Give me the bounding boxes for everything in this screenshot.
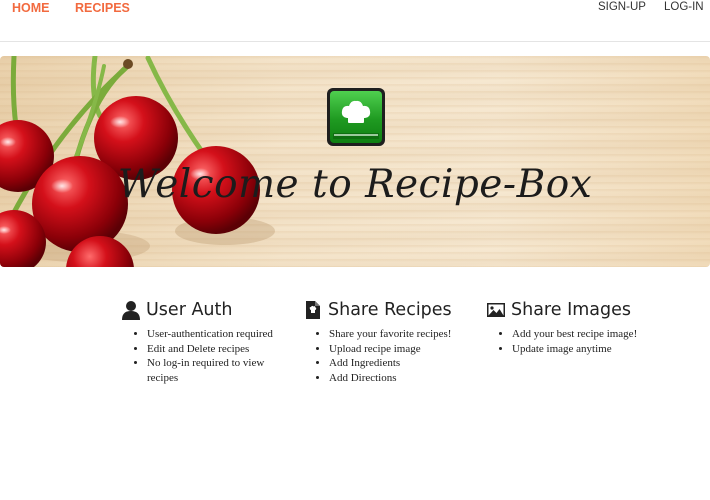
feature-title: User Auth	[146, 300, 233, 320]
nav-recipes-link[interactable]: RECIPES	[75, 1, 130, 15]
feature-title: Share Images	[511, 300, 631, 320]
list-item: Update image anytime	[512, 342, 666, 357]
feature-heading: User Auth	[121, 298, 291, 322]
feature-share-recipes: Share Recipes Share your favorite recipe…	[303, 298, 478, 385]
list-item: Add Directions	[329, 371, 478, 386]
image-icon	[486, 300, 506, 320]
list-item: User-authentication required	[147, 327, 291, 342]
list-item: Upload recipe image	[329, 342, 478, 357]
nav-login-link[interactable]: LOG-IN	[664, 1, 704, 13]
hero-banner: Welcome to Recipe-Box	[0, 56, 710, 267]
feature-share-images: Share Images Add your best recipe image!…	[486, 298, 666, 356]
navbar: HOME RECIPES SIGN-UP LOG-IN	[0, 0, 710, 42]
feature-user-auth: User Auth User-authentication required E…	[121, 298, 291, 385]
list-item: Add your best recipe image!	[512, 327, 666, 342]
list-item: Add Ingredients	[329, 356, 478, 371]
nav-signup-link[interactable]: SIGN-UP	[598, 1, 646, 13]
list-item: Edit and Delete recipes	[147, 342, 291, 357]
feature-list: Add your best recipe image! Update image…	[486, 327, 666, 356]
hero-title: Welcome to Recipe-Box	[117, 162, 593, 207]
recipe-document-icon	[303, 300, 323, 320]
recipe-box-logo	[327, 88, 385, 146]
feature-list: User-authentication required Edit and De…	[121, 327, 291, 385]
feature-list: Share your favorite recipes! Upload reci…	[303, 327, 478, 385]
user-icon	[121, 300, 141, 320]
feature-heading: Share Recipes	[303, 298, 478, 322]
list-item: Share your favorite recipes!	[329, 327, 478, 342]
feature-title: Share Recipes	[328, 300, 452, 320]
chef-hat-book-icon	[330, 91, 382, 143]
feature-heading: Share Images	[486, 298, 666, 322]
list-item: No log-in required to view recipes	[147, 356, 291, 385]
nav-home-link[interactable]: HOME	[12, 1, 50, 15]
